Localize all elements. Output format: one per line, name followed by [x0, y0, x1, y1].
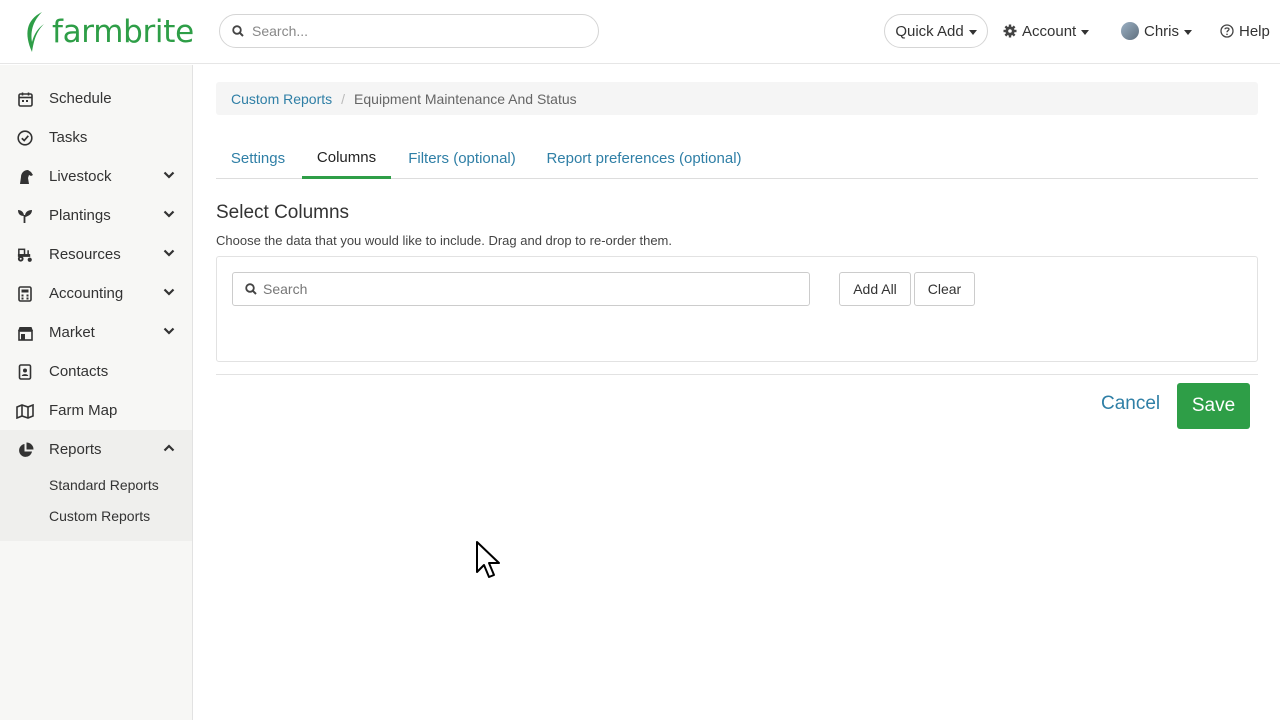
columns-search-input[interactable]	[263, 281, 783, 297]
sidebar-item-plantings[interactable]: Plantings	[0, 196, 192, 235]
calculator-icon	[16, 285, 34, 303]
calendar-icon	[16, 90, 34, 108]
columns-panel: Add All Clear	[216, 256, 1258, 362]
chevron-down-icon	[163, 288, 175, 296]
account-label: Account	[1022, 22, 1077, 40]
sidebar-item-label: Plantings	[49, 207, 111, 224]
clear-button[interactable]: Clear	[914, 272, 975, 306]
section-description: Choose the data that you would like to i…	[216, 233, 672, 248]
chart-pie-icon	[16, 441, 34, 459]
sidebar-item-reports[interactable]: Reports	[0, 430, 192, 469]
avatar	[1121, 22, 1139, 40]
sidebar-item-schedule[interactable]: Schedule	[0, 79, 192, 118]
cancel-button[interactable]: Cancel	[1101, 393, 1160, 415]
help-label: Help	[1239, 22, 1270, 40]
report-tabs: Settings Columns Filters (optional) Repo…	[216, 138, 1258, 179]
help-link[interactable]: Help	[1220, 14, 1270, 48]
tab-filters[interactable]: Filters (optional)	[396, 138, 528, 179]
sidebar-item-label: Contacts	[49, 363, 109, 380]
breadcrumb-separator: /	[341, 90, 346, 107]
store-icon	[16, 324, 34, 342]
search-icon	[232, 25, 244, 37]
address-book-icon	[16, 363, 34, 381]
tab-report-preferences[interactable]: Report preferences (optional)	[536, 138, 752, 179]
columns-search-box[interactable]	[232, 272, 810, 306]
search-icon	[245, 283, 257, 295]
tab-settings[interactable]: Settings	[216, 138, 300, 179]
seedling-icon	[16, 207, 34, 225]
brand-name: farmbrite	[52, 14, 194, 50]
sidebar-item-label: Tasks	[49, 129, 88, 146]
sidebar-item-label: Livestock	[49, 168, 112, 185]
sidebar-item-label: Resources	[49, 246, 121, 263]
add-all-button[interactable]: Add All	[839, 272, 911, 306]
sidebar-item-label: Market	[49, 324, 95, 341]
top-navbar: farmbrite Quick Add Account Chris	[0, 0, 1280, 64]
horse-icon	[16, 168, 34, 186]
sidebar-item-accounting[interactable]: Accounting	[0, 274, 192, 313]
user-name: Chris	[1144, 22, 1180, 40]
form-divider	[216, 374, 1258, 375]
global-search-box[interactable]	[219, 14, 599, 48]
quick-add-label: Quick Add	[895, 22, 964, 40]
sidebar-item-contacts[interactable]: Contacts	[0, 352, 192, 391]
mouse-pointer-icon	[476, 541, 500, 578]
sidebar-item-resources[interactable]: Resources	[0, 235, 192, 274]
caret-down-icon	[1081, 29, 1090, 35]
leaf-logo-icon	[27, 12, 44, 52]
question-circle-icon	[1220, 24, 1234, 38]
caret-down-icon	[968, 29, 977, 35]
chevron-down-icon	[163, 171, 175, 179]
tab-columns[interactable]: Columns	[302, 138, 391, 179]
reports-section: Reports Standard Reports Custom Reports	[0, 430, 192, 541]
chevron-down-icon	[163, 327, 175, 335]
quick-add-button[interactable]: Quick Add	[884, 14, 988, 48]
sidebar-item-label: Reports	[49, 441, 102, 458]
gear-icon	[1003, 24, 1017, 38]
sidebar-item-market[interactable]: Market	[0, 313, 192, 352]
save-button[interactable]: Save	[1177, 383, 1250, 429]
tractor-icon	[16, 246, 34, 264]
chevron-down-icon	[163, 210, 175, 218]
chevron-down-icon	[163, 249, 175, 257]
sidebar-subitem-custom-reports[interactable]: Custom Reports	[49, 508, 150, 524]
sidebar-subitem-standard-reports[interactable]: Standard Reports	[49, 477, 159, 493]
map-icon	[16, 402, 34, 420]
sidebar-item-livestock[interactable]: Livestock	[0, 157, 192, 196]
sidebar-item-label: Farm Map	[49, 402, 118, 419]
user-menu[interactable]: Chris	[1121, 14, 1193, 48]
section-title: Select Columns	[216, 202, 350, 223]
breadcrumb-custom-reports-link[interactable]: Custom Reports	[231, 91, 332, 107]
caret-down-icon	[1184, 29, 1193, 35]
breadcrumb: Custom Reports / Equipment Maintenance A…	[216, 82, 1258, 115]
account-menu[interactable]: Account	[1003, 14, 1090, 48]
farmbrite-logo[interactable]: farmbrite	[22, 10, 194, 54]
sidebar-item-label: Schedule	[49, 90, 112, 107]
sidebar-item-tasks[interactable]: Tasks	[0, 118, 192, 157]
check-circle-icon	[16, 129, 34, 147]
chevron-up-icon	[163, 444, 175, 452]
sidebar-item-label: Accounting	[49, 285, 124, 302]
sidebar: Schedule Tasks Livestock Plantings Resou…	[0, 65, 193, 720]
sidebar-item-farm-map[interactable]: Farm Map	[0, 391, 192, 430]
global-search-input[interactable]	[252, 23, 572, 39]
breadcrumb-current: Equipment Maintenance And Status	[354, 90, 577, 107]
